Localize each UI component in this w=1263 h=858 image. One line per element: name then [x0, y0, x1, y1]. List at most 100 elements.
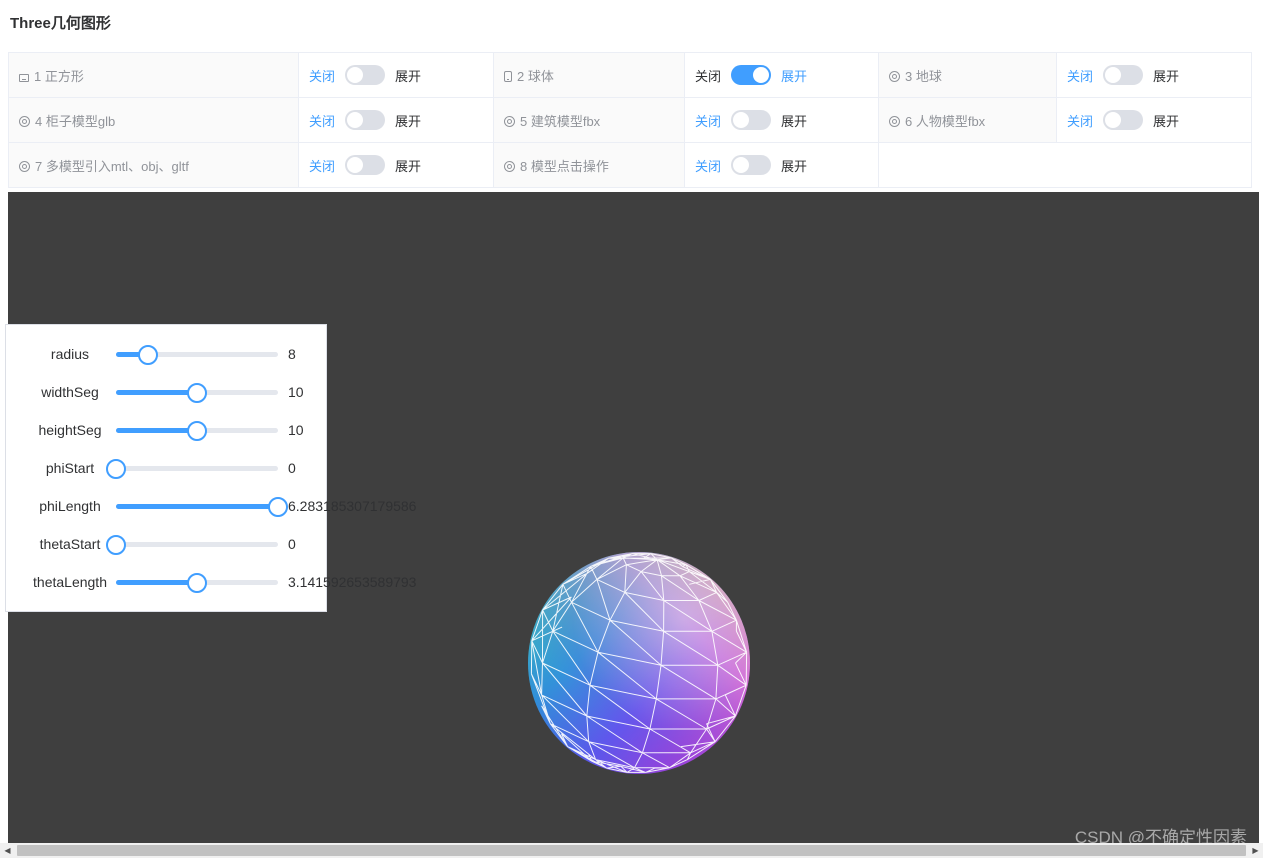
watermark: CSDN @不确定性因素 [1074, 828, 1247, 843]
toggle-switch[interactable] [345, 155, 386, 175]
circle-icon [19, 115, 30, 127]
item-label-text: 3 地球 [905, 68, 942, 84]
control-heightseg: heightSeg 10 [6, 411, 326, 449]
item-label-cabinet: 4 柜子模型glb [8, 97, 299, 143]
switch-off-text[interactable]: 关闭 [695, 111, 721, 130]
switch-off-text[interactable]: 关闭 [695, 66, 721, 85]
control-thetalength: thetaLength 3.141592653589793 [6, 563, 416, 601]
switch-knob [1105, 112, 1122, 128]
geometry-controls-panel: radius 8 widthSeg 10 heightSeg 10 phiSta… [5, 324, 416, 612]
radius-slider[interactable] [116, 344, 278, 365]
scroll-left-icon[interactable]: ◀ [0, 843, 15, 858]
model-switch-table: 1 正方形 关闭 展开 2 球体 关闭 展开 3 地球 关闭 展开 4 柜子模型… [8, 52, 1252, 188]
toggle-switch[interactable] [345, 110, 386, 130]
item-label-text: 2 球体 [517, 68, 554, 84]
slider-fill [116, 428, 197, 433]
philength-slider[interactable] [116, 496, 288, 517]
switch-off-text[interactable]: 关闭 [695, 156, 721, 175]
control-value: 0 [288, 460, 296, 476]
item-label-character: 6 人物模型fbx [878, 97, 1057, 143]
slider-fill [116, 390, 197, 395]
switch-on-text[interactable]: 展开 [781, 156, 807, 175]
toggle-switch[interactable] [345, 65, 386, 85]
vertical-scroll-edge [1259, 0, 1263, 843]
item-switch-cell: 关闭 展开 [298, 142, 494, 188]
switch-knob [753, 67, 770, 83]
thetastart-slider[interactable] [106, 534, 278, 555]
control-philength: phiLength 6.283185307179586 [6, 487, 416, 525]
switch-knob [347, 157, 364, 173]
slider-handle[interactable] [187, 572, 207, 593]
switch-off-text[interactable]: 关闭 [309, 66, 335, 85]
item-label-text: 4 柜子模型glb [35, 113, 116, 129]
item-label-model-click: 8 模型点击操作 [493, 142, 685, 188]
control-value: 10 [288, 384, 304, 400]
control-value: 10 [288, 422, 304, 438]
switch-knob [347, 112, 364, 128]
switch-on-text[interactable]: 展开 [1153, 66, 1179, 85]
slider-handle[interactable] [187, 382, 207, 403]
earth-switch[interactable]: 关闭 展开 [1067, 65, 1241, 85]
switch-off-text[interactable]: 关闭 [309, 111, 335, 130]
toggle-switch[interactable] [731, 65, 772, 85]
thetalength-slider[interactable] [116, 572, 278, 593]
heightseg-slider[interactable] [116, 420, 278, 441]
item-switch-cell: 关闭 展开 [1056, 97, 1252, 143]
toggle-switch[interactable] [1103, 110, 1144, 130]
slider-fill [116, 580, 197, 585]
item-switch-cell: 关闭 展开 [684, 52, 879, 98]
building-switch[interactable]: 关闭 展开 [695, 110, 868, 130]
switch-on-text[interactable]: 展开 [1153, 111, 1179, 130]
circle-icon [889, 115, 900, 127]
cabinet-switch[interactable]: 关闭 展开 [309, 110, 483, 130]
picture-icon [19, 73, 29, 82]
control-value: 0 [288, 536, 296, 552]
sphere-switch[interactable]: 关闭 展开 [695, 65, 868, 85]
page-title: Three几何图形 [10, 15, 111, 32]
item-switch-cell: 关闭 展开 [298, 52, 494, 98]
toggle-switch[interactable] [1103, 65, 1144, 85]
item-label-text: 5 建筑模型fbx [520, 113, 601, 129]
switch-on-text[interactable]: 展开 [395, 111, 421, 130]
scroll-thumb[interactable] [17, 845, 1246, 856]
switch-on-text[interactable]: 展开 [395, 156, 421, 175]
scroll-right-icon[interactable]: ▶ [1248, 843, 1263, 858]
switch-knob [347, 67, 364, 83]
cube-switch[interactable]: 关闭 展开 [309, 65, 483, 85]
item-label-multi-model: 7 多模型引入mtl、obj、gltf [8, 142, 299, 188]
horizontal-scrollbar[interactable]: ◀ ▶ [0, 843, 1263, 858]
switch-knob [733, 157, 750, 173]
slider-handle[interactable] [138, 344, 159, 365]
control-value: 8 [288, 346, 296, 362]
control-value: 3.141592653589793 [288, 574, 417, 590]
control-phistart: phiStart 0 [6, 449, 326, 487]
item-label-text: 8 模型点击操作 [520, 158, 609, 174]
slider-handle[interactable] [187, 420, 207, 441]
switch-on-text[interactable]: 展开 [395, 66, 421, 85]
slider-handle[interactable] [268, 496, 288, 517]
circle-icon [504, 115, 515, 127]
item-switch-cell: 关闭 展开 [298, 97, 494, 143]
switch-off-text[interactable]: 关闭 [309, 156, 335, 175]
control-label: thetaLength [33, 574, 107, 590]
toggle-switch[interactable] [731, 155, 772, 175]
toggle-switch[interactable] [731, 110, 772, 130]
circle-icon [504, 160, 515, 172]
phistart-slider[interactable] [106, 458, 278, 479]
control-label: phiLength [39, 498, 101, 514]
switch-on-text[interactable]: 展开 [781, 111, 807, 130]
model-click-switch[interactable]: 关闭 展开 [695, 155, 868, 175]
multi-model-switch[interactable]: 关闭 展开 [309, 155, 483, 175]
character-switch[interactable]: 关闭 展开 [1067, 110, 1241, 130]
item-label-building: 5 建筑模型fbx [493, 97, 685, 143]
widthseg-slider[interactable] [116, 382, 278, 403]
switch-off-text[interactable]: 关闭 [1067, 66, 1093, 85]
switch-off-text[interactable]: 关闭 [1067, 111, 1093, 130]
empty-cell [878, 142, 1252, 188]
switch-on-text[interactable]: 展开 [781, 66, 807, 85]
switch-knob [1105, 67, 1122, 83]
slider-handle[interactable] [106, 458, 126, 479]
slider-handle[interactable] [106, 534, 126, 555]
circle-icon [889, 70, 900, 82]
slider-fill [116, 504, 278, 509]
